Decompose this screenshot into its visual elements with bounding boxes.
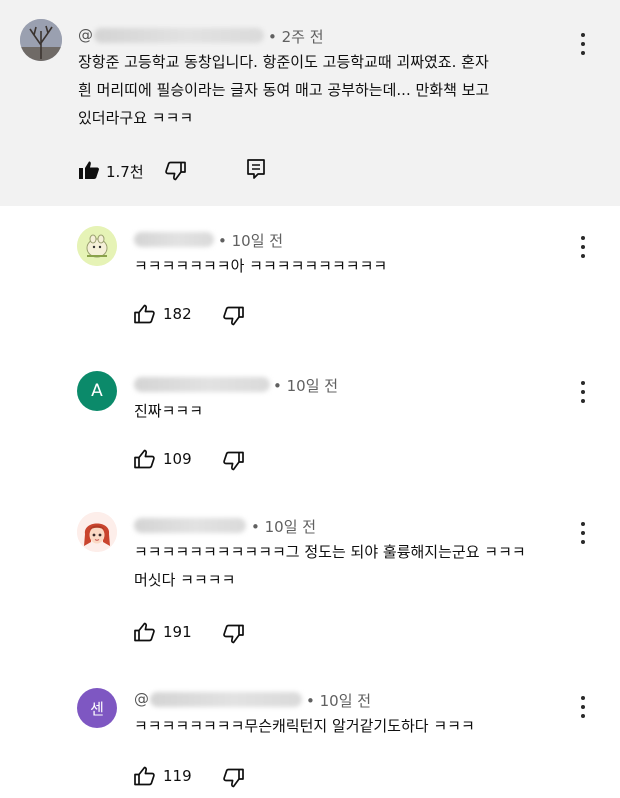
- thumbs-up-icon[interactable]: [134, 449, 156, 469]
- reply-4-time: • 10일 전: [306, 692, 372, 710]
- thumbs-down-icon[interactable]: [222, 451, 244, 471]
- reply-4-more-button[interactable]: [580, 696, 586, 718]
- thumbs-up-icon[interactable]: [134, 304, 156, 324]
- blurred-username: [134, 518, 246, 533]
- main-comment-text-line-3: 있더라구요 ㅋㅋㅋ: [78, 109, 194, 127]
- reply-1-avatar[interactable]: [77, 226, 117, 266]
- main-comment-time: • 2주 전: [268, 28, 324, 46]
- avatar-letter: 센: [90, 699, 104, 718]
- reply-3-avatar[interactable]: [77, 512, 117, 552]
- main-comment: @ • 2주 전 장항준 고등학교 동창입니다. 항준이도 고등학교때 괴짜였죠…: [0, 0, 620, 206]
- reply-2-time: • 10일 전: [273, 377, 339, 395]
- cartoon-avatar-icon: [77, 226, 117, 266]
- avatar-letter: A: [91, 381, 103, 401]
- blurred-username: [134, 232, 214, 247]
- reply-3-more-button[interactable]: [580, 522, 586, 544]
- tree-avatar-icon: [20, 19, 62, 61]
- reply-1-text: ㅋㅋㅋㅋㅋㅋㅋ아 ㅋㅋㅋㅋㅋㅋㅋㅋㅋㅋ: [134, 257, 388, 275]
- thumbs-down-icon[interactable]: [222, 624, 244, 644]
- thumbs-down-icon[interactable]: [164, 161, 186, 181]
- reply-1-more-button[interactable]: [580, 236, 586, 258]
- reply-4-avatar[interactable]: 센: [77, 688, 117, 728]
- reply-1-like-count: 182: [163, 305, 192, 323]
- thumbs-up-icon[interactable]: [134, 766, 156, 786]
- reply-4-text: ㅋㅋㅋㅋㅋㅋㅋㅋ무슨캐릭턴지 알거같기도하다 ㅋㅋㅋ: [134, 717, 475, 735]
- reply-4-like-count: 119: [163, 767, 192, 785]
- reply-3-time: • 10일 전: [251, 518, 317, 536]
- girl-avatar-icon: [77, 512, 117, 552]
- reply-2-text: 진짜ㅋㅋㅋ: [134, 402, 204, 420]
- reply-2-avatar[interactable]: A: [77, 371, 117, 411]
- main-comment-text-line-1: 장항준 고등학교 동창입니다. 항준이도 고등학교때 괴짜였죠. 혼자: [78, 53, 489, 71]
- blurred-username: [150, 692, 302, 707]
- blurred-username: [94, 28, 264, 43]
- reply-2-more-button[interactable]: [580, 381, 586, 403]
- thumbs-down-icon[interactable]: [222, 306, 244, 326]
- main-comment-avatar[interactable]: [20, 19, 62, 61]
- main-comment-text-line-2: 흰 머리띠에 필승이라는 글자 동여 매고 공부하는데... 만화책 보고: [78, 81, 490, 99]
- reply-2-like-count: 109: [163, 450, 192, 468]
- reply-comment-icon[interactable]: [246, 158, 266, 180]
- blurred-username: [134, 377, 270, 392]
- thumbs-up-filled-icon[interactable]: [78, 160, 100, 180]
- thumbs-up-icon[interactable]: [134, 622, 156, 642]
- reply-1-time: • 10일 전: [218, 232, 284, 250]
- reply-3-text-line-1: ㅋㅋㅋㅋㅋㅋㅋㅋㅋㅋㅋ그 정도는 되야 훌륭해지는군요 ㅋㅋㅋ: [134, 543, 526, 561]
- main-comment-like-count: 1.7천: [106, 163, 144, 181]
- main-comment-handle-at[interactable]: @: [78, 26, 93, 44]
- thumbs-down-icon[interactable]: [222, 768, 244, 788]
- reply-4-handle-at[interactable]: @: [134, 690, 149, 708]
- reply-3-text-line-2: 머싯다 ㅋㅋㅋㅋ: [134, 571, 236, 589]
- main-comment-more-button[interactable]: [580, 33, 586, 55]
- reply-3-like-count: 191: [163, 623, 192, 641]
